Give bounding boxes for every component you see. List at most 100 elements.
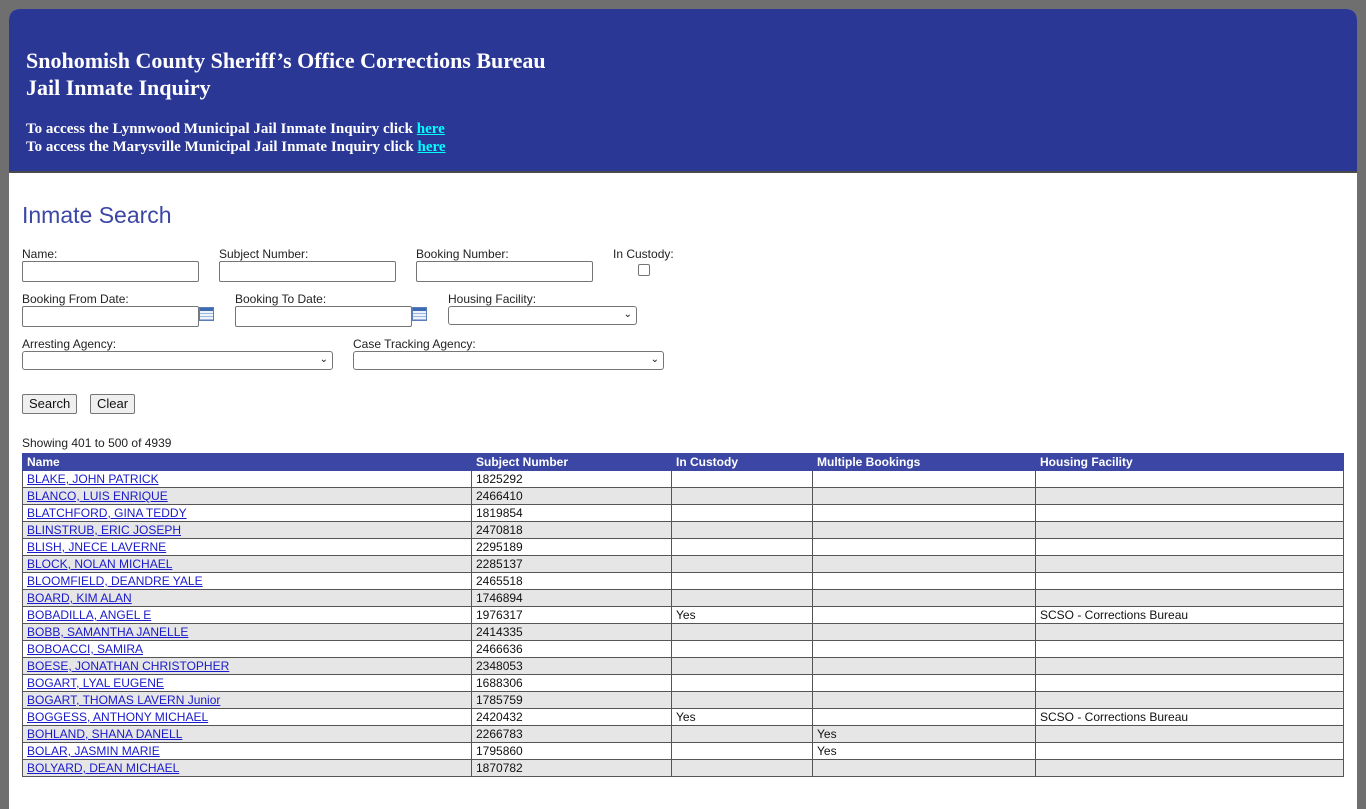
inmate-name-cell: BOBOACCI, SAMIRA [22, 640, 472, 658]
booking-number-label: Booking Number: [416, 247, 509, 261]
booking-from-input[interactable] [22, 306, 199, 327]
inmate-name-link[interactable]: BOGART, LYAL EUGENE [27, 676, 164, 690]
multiple-bookings-cell [812, 555, 1036, 573]
in-custody-cell [671, 538, 813, 556]
inmate-name-link[interactable]: BOARD, KIM ALAN [27, 591, 132, 605]
table-row: BLATCHFORD, GINA TEDDY 1819854 [22, 504, 1344, 522]
marysville-here-link[interactable]: here [418, 139, 446, 155]
in-custody-cell [671, 470, 813, 488]
subject-number-cell: 1819854 [471, 504, 672, 522]
table-row: BOLAR, JASMIN MARIE 1795860 Yes [22, 742, 1344, 760]
site-title: Snohomish County Sheriff’s Office Correc… [26, 48, 546, 73]
inmate-name-cell: BOGGESS, ANTHONY MICHAEL [22, 708, 472, 726]
subject-number-label: Subject Number: [219, 247, 309, 261]
multiple-bookings-cell [812, 504, 1036, 522]
inmate-name-cell: BLAKE, JOHN PATRICK [22, 470, 472, 488]
calendar-icon[interactable] [199, 307, 214, 321]
marysville-link-line: To access the Marysville Municipal Jail … [26, 138, 446, 156]
inmate-name-cell: BOHLAND, SHANA DANELL [22, 725, 472, 743]
table-row: BLANCO, LUIS ENRIQUE 2466410 [22, 487, 1344, 505]
subject-number-cell: 1746894 [471, 589, 672, 607]
housing-facility-label: Housing Facility: [448, 292, 537, 306]
inmate-name-cell: BOBB, SAMANTHA JANELLE [22, 623, 472, 641]
booking-number-input[interactable] [416, 261, 593, 282]
inmate-name-link[interactable]: BOESE, JONATHAN CHRISTOPHER [27, 659, 229, 673]
housing-facility-cell [1035, 623, 1344, 641]
search-button[interactable]: Search [22, 394, 78, 414]
chevron-down-icon: ⌄ [319, 354, 328, 365]
subject-number-cell: 2420432 [471, 708, 672, 726]
housing-facility-cell [1035, 572, 1344, 590]
inmate-name-link[interactable]: BLANCO, LUIS ENRIQUE [27, 489, 168, 503]
multiple-bookings-cell [812, 470, 1036, 488]
multiple-bookings-cell [812, 487, 1036, 505]
housing-facility-select[interactable]: ⌄ [448, 306, 637, 325]
subject-number-cell: 2295189 [471, 538, 672, 556]
table-row: BOHLAND, SHANA DANELL 2266783 Yes [22, 725, 1344, 743]
inmate-name-link[interactable]: BOGGESS, ANTHONY MICHAEL [27, 710, 208, 724]
column-header: Subject Number [471, 453, 672, 471]
table-row: BOGART, THOMAS LAVERN Junior 1785759 [22, 691, 1344, 709]
multiple-bookings-cell [812, 589, 1036, 607]
inmate-name-link[interactable]: BLOOMFIELD, DEANDRE YALE [27, 574, 203, 588]
subject-number-cell: 2466636 [471, 640, 672, 658]
inmate-name-link[interactable]: BLAKE, JOHN PATRICK [27, 472, 159, 486]
housing-facility-cell [1035, 640, 1344, 658]
housing-facility-cell [1035, 691, 1344, 709]
inmate-name-link[interactable]: BOBOACCI, SAMIRA [27, 642, 143, 656]
inmate-name-cell: BLATCHFORD, GINA TEDDY [22, 504, 472, 522]
header-banner: Snohomish County Sheriff’s Office Correc… [9, 9, 1357, 173]
in-custody-checkbox[interactable] [638, 264, 650, 276]
table-row: BLOCK, NOLAN MICHAEL 2285137 [22, 555, 1344, 573]
inmate-name-link[interactable]: BLINSTRUB, ERIC JOSEPH [27, 523, 181, 537]
in-custody-cell [671, 521, 813, 539]
inmate-name-cell: BOLAR, JASMIN MARIE [22, 742, 472, 760]
results-body: BLAKE, JOHN PATRICK 1825292 BLANCO, LUIS E… [22, 470, 1344, 777]
inmate-name-link[interactable]: BLISH, JNECE LAVERNE [27, 540, 166, 554]
lynnwood-link-line: To access the Lynnwood Municipal Jail In… [26, 120, 445, 138]
calendar-icon[interactable] [412, 307, 427, 321]
in-custody-cell [671, 759, 813, 777]
inmate-name-link[interactable]: BOBB, SAMANTHA JANELLE [27, 625, 188, 639]
subject-number-cell: 2465518 [471, 572, 672, 590]
multiple-bookings-cell [812, 708, 1036, 726]
marysville-text: To access the Marysville Municipal Jail … [26, 139, 414, 155]
inmate-name-link[interactable]: BOLYARD, DEAN MICHAEL [27, 761, 179, 775]
arresting-agency-select[interactable]: ⌄ [22, 351, 333, 370]
lynnwood-here-link[interactable]: here [417, 121, 445, 137]
inmate-name-cell: BOLYARD, DEAN MICHAEL [22, 759, 472, 777]
clear-button[interactable]: Clear [90, 394, 136, 414]
site-subtitle: Jail Inmate Inquiry [26, 75, 211, 100]
table-row: BOBADILLA, ANGEL E 1976317 Yes SCSO - Corre… [22, 606, 1344, 624]
multiple-bookings-cell [812, 674, 1036, 692]
subject-number-cell: 1785759 [471, 691, 672, 709]
booking-to-input[interactable] [235, 306, 412, 327]
subject-number-cell: 1825292 [471, 470, 672, 488]
housing-facility-cell [1035, 759, 1344, 777]
table-row: BLINSTRUB, ERIC JOSEPH 2470818 [22, 521, 1344, 539]
inmate-name-link[interactable]: BLOCK, NOLAN MICHAEL [27, 557, 172, 571]
inmate-name-cell: BLANCO, LUIS ENRIQUE [22, 487, 472, 505]
column-header: In Custody [671, 453, 813, 471]
inmate-name-link[interactable]: BLATCHFORD, GINA TEDDY [27, 506, 187, 520]
chevron-down-icon: ⌄ [650, 354, 659, 365]
case-tracking-select[interactable]: ⌄ [353, 351, 664, 370]
subject-number-cell: 1870782 [471, 759, 672, 777]
housing-facility-cell [1035, 470, 1344, 488]
in-custody-cell [671, 555, 813, 573]
inmate-name-link[interactable]: BOGART, THOMAS LAVERN Junior [27, 693, 220, 707]
housing-facility-cell [1035, 538, 1344, 556]
column-header: Name [22, 453, 472, 471]
name-input[interactable] [22, 261, 199, 282]
case-tracking-label: Case Tracking Agency: [353, 337, 476, 351]
page-frame: Snohomish County Sheriff’s Office Correc… [9, 9, 1357, 809]
inmate-name-cell: BOGART, THOMAS LAVERN Junior [22, 691, 472, 709]
subject-number-cell: 1795860 [471, 742, 672, 760]
inmate-name-link[interactable]: BOLAR, JASMIN MARIE [27, 744, 160, 758]
in-custody-cell [671, 589, 813, 607]
multiple-bookings-cell [812, 538, 1036, 556]
inmate-name-link[interactable]: BOHLAND, SHANA DANELL [27, 727, 182, 741]
housing-facility-cell [1035, 504, 1344, 522]
inmate-name-link[interactable]: BOBADILLA, ANGEL E [27, 608, 151, 622]
subject-number-input[interactable] [219, 261, 396, 282]
